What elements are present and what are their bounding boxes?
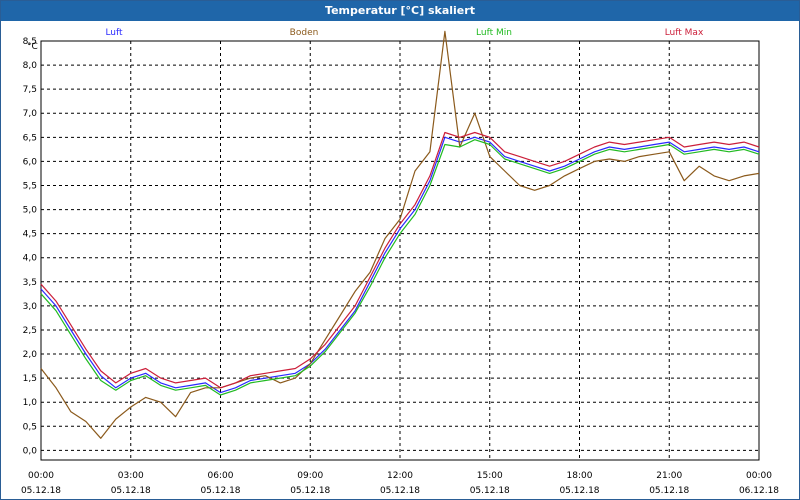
y-tick-label: 0,5	[23, 422, 37, 432]
grid-lines	[40, 40, 760, 460]
y-axis-ticks: 0,0 0,5 1,0 1,5 2,0 2,5 3,0 3,5 4,0 4,5 5,0 5,5 6,0 6…	[23, 37, 38, 456]
y-tick-label: 6,0	[23, 157, 38, 167]
x-tick-time-label: 00:00	[746, 471, 772, 481]
y-tick-label: 6,5	[23, 133, 37, 143]
y-tick-label: 1,5	[23, 374, 37, 384]
x-tick-time-label: 18:00	[567, 471, 593, 481]
x-tick-time-label: 15:00	[477, 471, 503, 481]
temperature-chart: Luft Boden Luft Min Luft Max °C 0,00,51,01,…	[21, 28, 779, 496]
x-tick-date-label: 05.12.18	[559, 486, 599, 496]
x-tick-date-label: 05.12.18	[111, 486, 151, 496]
y-tick-label: 3,0	[23, 302, 38, 312]
chart-window: Temperatur [°C] skaliert Luft Boden Luft M…	[0, 0, 800, 500]
y-tick-label: 0,0	[23, 446, 38, 456]
x-tick-time-label: 09:00	[297, 471, 323, 481]
x-tick-date-label: 05.12.18	[21, 486, 61, 496]
x-tick-time-label: 21:00	[656, 471, 682, 481]
y-tick-label: 2,0	[23, 350, 38, 360]
x-tick-date-label: 05.12.18	[200, 486, 240, 496]
legend: Luft Boden Luft Min Luft Max	[105, 28, 704, 38]
y-tick-label: 3,5	[23, 278, 37, 288]
x-axis-ticks: 00:00 05.12.18 03:00 05.12.18 06:00 05.12.18 0…	[21, 471, 779, 496]
x-tick-date-label: 06.12.18	[739, 486, 779, 496]
y-tick-label: 4,5	[23, 230, 37, 240]
x-tick-date-label: 05.12.18	[470, 486, 510, 496]
x-tick-time-label: 12:00	[387, 471, 413, 481]
x-tick-time-label: 03:00	[118, 471, 144, 481]
legend-item-boden: Boden	[290, 28, 319, 38]
x-tick-date-label: 05.12.18	[649, 486, 689, 496]
y-tick-label: 2,5	[23, 326, 37, 336]
series-line-luft-min	[40, 139, 760, 396]
x-tick-time-label: 06:00	[208, 471, 234, 481]
x-tick-date-label: 05.12.18	[380, 486, 420, 496]
y-tick-label: 7,5	[23, 85, 37, 95]
y-tick-label: 5,5	[23, 181, 37, 191]
y-tick-label: 4,0	[23, 254, 38, 264]
x-tick-date-label: 05.12.18	[290, 486, 330, 496]
y-tick-label: 5,0	[23, 206, 38, 216]
legend-item-luft: Luft	[105, 28, 123, 38]
y-tick-label: 7,0	[23, 109, 38, 119]
y-tick-label: 1,0	[23, 398, 38, 408]
y-tick-label: 8,0	[23, 61, 38, 71]
legend-item-luft-max: Luft Max	[665, 28, 704, 38]
legend-item-luft-min: Luft Min	[476, 28, 512, 38]
x-tick-time-label: 00:00	[28, 471, 54, 481]
y-tick-label: 8,5	[23, 37, 37, 47]
